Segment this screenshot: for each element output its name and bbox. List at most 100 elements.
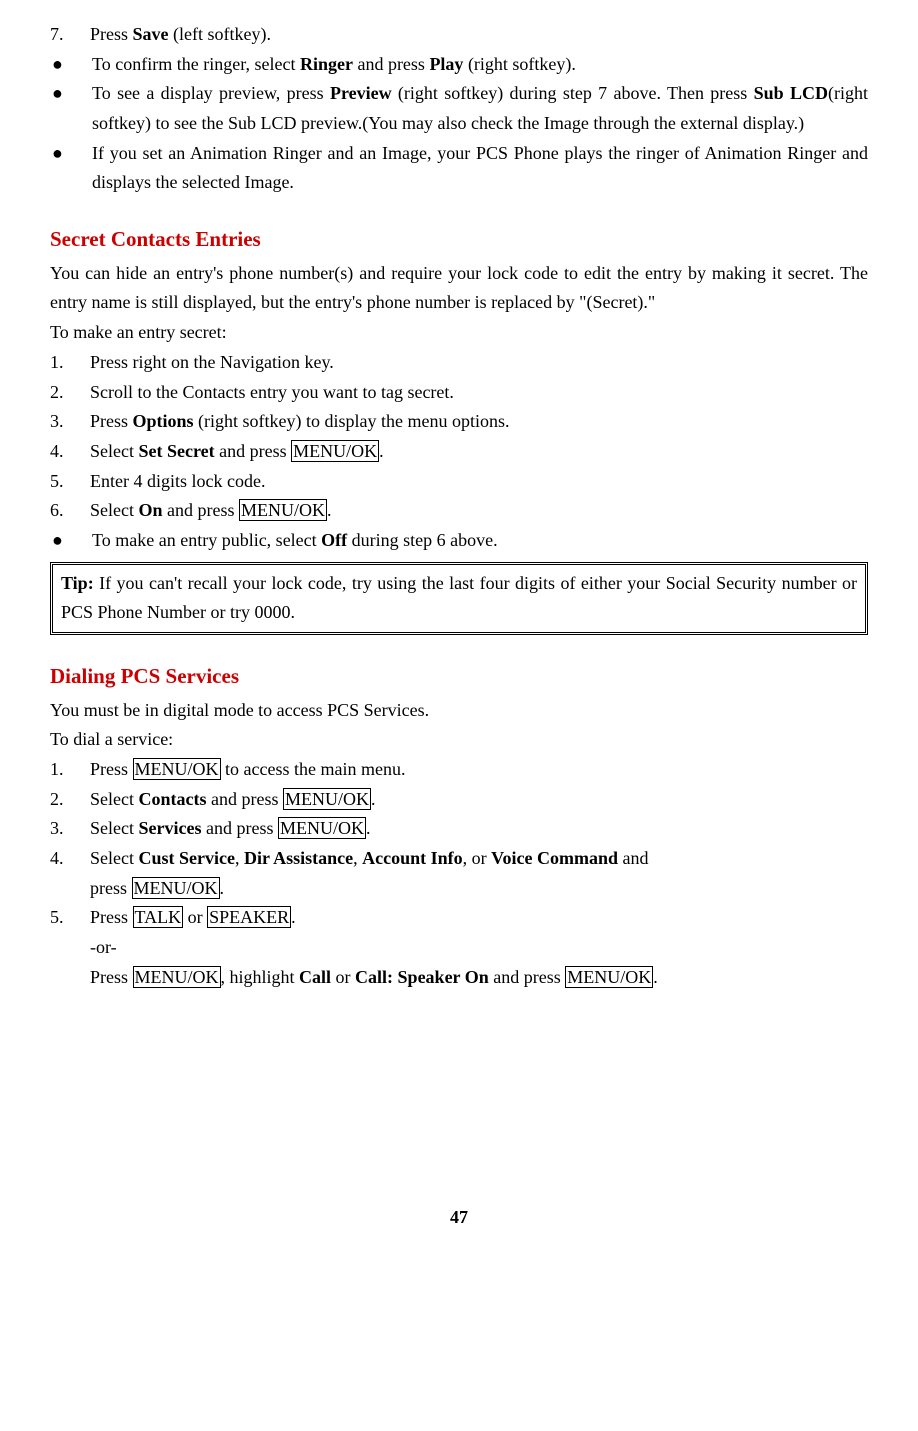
bold-sublcd: Sub LCD — [754, 83, 828, 103]
step-content: Select Set Secret and press MENU/OK. — [90, 437, 868, 467]
step-content: Press Save (left softkey). — [90, 20, 868, 50]
text: (left softkey). — [169, 24, 271, 44]
dialing-lead: To dial a service: — [50, 725, 868, 755]
text: (right softkey). — [463, 54, 575, 74]
text: . — [379, 441, 384, 461]
dialing-step-4-line2: press MENU/OK. — [50, 874, 868, 904]
bullet-dot: ● — [50, 139, 92, 198]
text: . — [291, 907, 296, 927]
step-num: 3. — [50, 814, 90, 844]
step-content: Scroll to the Contacts entry you want to… — [90, 378, 868, 408]
text: To see a display preview, press — [92, 83, 330, 103]
step-num: 5. — [50, 467, 90, 497]
bold-dirassist: Dir Assistance — [244, 848, 353, 868]
step-content: Select Cust Service, Dir Assistance, Acc… — [90, 844, 868, 874]
secret-step-3: 3. Press Options (right softkey) to disp… — [50, 407, 868, 437]
text: . — [366, 818, 371, 838]
step-num: 4. — [50, 437, 90, 467]
text: Select — [90, 789, 138, 809]
step-content: Press TALK or SPEAKER. — [90, 903, 868, 933]
text: Press — [90, 411, 133, 431]
key-talk: TALK — [133, 906, 184, 928]
text: and press — [489, 967, 565, 987]
secret-lead: To make an entry secret: — [50, 318, 868, 348]
text: To make an entry public, select — [92, 530, 321, 550]
secret-step-5: 5. Enter 4 digits lock code. — [50, 467, 868, 497]
bullet-content: To see a display preview, press Preview … — [92, 79, 868, 138]
text: Select — [90, 848, 138, 868]
text: , — [235, 848, 244, 868]
text: Press — [90, 24, 133, 44]
text: , highlight — [221, 967, 300, 987]
dialing-step-4: 4. Select Cust Service, Dir Assistance, … — [50, 844, 868, 874]
tip-label: Tip: — [61, 573, 94, 593]
bold-play: Play — [429, 54, 463, 74]
bold-preview: Preview — [330, 83, 392, 103]
secret-bullet-off: ● To make an entry public, select Off du… — [50, 526, 868, 556]
step-num: 3. — [50, 407, 90, 437]
page-number: 47 — [50, 1203, 868, 1233]
step-num: 2. — [50, 378, 90, 408]
bold-off: Off — [321, 530, 347, 550]
step-content: Press MENU/OK to access the main menu. — [90, 755, 868, 785]
text: to access the main menu. — [221, 759, 406, 779]
dialing-step-5: 5. Press TALK or SPEAKER. — [50, 903, 868, 933]
text: , — [353, 848, 362, 868]
text: . — [371, 789, 376, 809]
text: and press — [206, 789, 282, 809]
secret-step-1: 1. Press right on the Navigation key. — [50, 348, 868, 378]
bold-on: On — [138, 500, 162, 520]
step-num: 1. — [50, 348, 90, 378]
heading-dialing: Dialing PCS Services — [50, 659, 868, 694]
key-menuok: MENU/OK — [133, 758, 221, 780]
key-speaker: SPEAKER — [207, 906, 291, 928]
dialing-step-2: 2. Select Contacts and press MENU/OK. — [50, 785, 868, 815]
bullet-content: To make an entry public, select Off duri… — [92, 526, 868, 556]
bullet-animation: ● If you set an Animation Ringer and an … — [50, 139, 868, 198]
text: or — [183, 907, 207, 927]
key-menuok: MENU/OK — [133, 966, 221, 988]
secret-step-6: 6. Select On and press MENU/OK. — [50, 496, 868, 526]
text: Press — [90, 759, 133, 779]
text: Press — [90, 907, 133, 927]
bullet-content: If you set an Animation Ringer and an Im… — [92, 139, 868, 198]
step-content: Press Options (right softkey) to display… — [90, 407, 868, 437]
dialing-step-3: 3. Select Services and press MENU/OK. — [50, 814, 868, 844]
text: (right softkey) during step 7 above. The… — [392, 83, 754, 103]
dialing-step-5-or: -or- — [50, 933, 868, 963]
bullet-dot: ● — [50, 79, 92, 138]
bold-callspeakeron: Call: Speaker On — [355, 967, 489, 987]
text: Select — [90, 441, 138, 461]
key-menuok: MENU/OK — [278, 817, 366, 839]
bold-services: Services — [138, 818, 201, 838]
key-menuok: MENU/OK — [283, 788, 371, 810]
bold-accountinfo: Account Info — [362, 848, 463, 868]
text: . — [653, 967, 658, 987]
bold-contacts: Contacts — [138, 789, 206, 809]
step-content: Select On and press MENU/OK. — [90, 496, 868, 526]
tip-text: If you can't recall your lock code, try … — [61, 573, 857, 623]
bullet-content: To confirm the ringer, select Ringer and… — [92, 50, 868, 80]
text: and press — [201, 818, 277, 838]
bullet-dot: ● — [50, 50, 92, 80]
step-content: Select Services and press MENU/OK. — [90, 814, 868, 844]
step-content: Select Contacts and press MENU/OK. — [90, 785, 868, 815]
secret-intro: You can hide an entry's phone number(s) … — [50, 259, 868, 318]
bullet-ringer: ● To confirm the ringer, select Ringer a… — [50, 50, 868, 80]
text: and — [618, 848, 649, 868]
step-num: 5. — [50, 903, 90, 933]
text: , or — [463, 848, 492, 868]
bold-save: Save — [133, 24, 169, 44]
text: and press — [353, 54, 429, 74]
step-content: Enter 4 digits lock code. — [90, 467, 868, 497]
bold-ringer: Ringer — [300, 54, 353, 74]
dialing-intro: You must be in digital mode to access PC… — [50, 696, 868, 726]
text: during step 6 above. — [347, 530, 497, 550]
bold-voicecommand: Voice Command — [491, 848, 618, 868]
bold-call: Call — [299, 967, 331, 987]
dialing-step-1: 1. Press MENU/OK to access the main menu… — [50, 755, 868, 785]
dialing-step-5-line3: Press MENU/OK, highlight Call or Call: S… — [50, 963, 868, 993]
bullet-dot: ● — [50, 526, 92, 556]
step-num: 2. — [50, 785, 90, 815]
text: and press — [215, 441, 291, 461]
